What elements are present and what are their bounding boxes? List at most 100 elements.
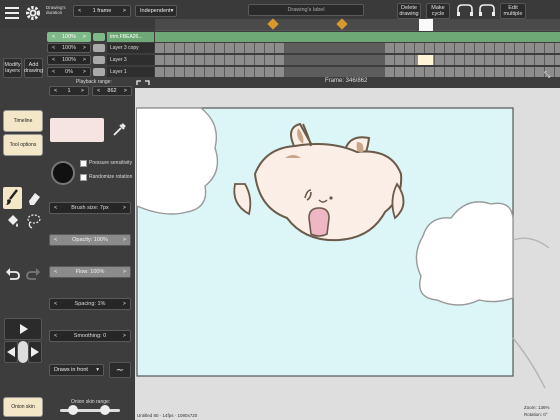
lasso-icon bbox=[27, 214, 41, 229]
color-swatch[interactable] bbox=[50, 118, 104, 142]
layer-track[interactable] bbox=[155, 55, 560, 65]
onion-skin-range-slider[interactable] bbox=[60, 405, 120, 415]
eraser-tool[interactable] bbox=[24, 187, 43, 209]
eyedropper-icon[interactable] bbox=[111, 122, 127, 138]
decrement-icon[interactable]: < bbox=[78, 8, 81, 14]
brush-preview[interactable] bbox=[51, 161, 75, 185]
drawing-duration-label: Drawing's duration bbox=[46, 5, 66, 16]
opacity-slider[interactable]: < Opacity: 100% > bbox=[49, 234, 131, 246]
playback-start-stepper[interactable]: <1 > bbox=[49, 86, 89, 96]
timeline-collapse-icon[interactable]: ⤡ bbox=[544, 70, 556, 80]
brush-tool[interactable] bbox=[3, 187, 22, 209]
mode-dropdown[interactable]: Independent ▾ bbox=[135, 5, 177, 17]
layer-name[interactable]: Layer 3 bbox=[107, 55, 154, 65]
layer-track-active[interactable] bbox=[155, 32, 560, 42]
tab-timeline[interactable]: Timeline bbox=[3, 110, 43, 132]
menu-icon[interactable] bbox=[4, 5, 20, 21]
draw-mode-dropdown[interactable]: Draws in front ▾ bbox=[49, 364, 104, 376]
zoom-readout: Zoom: 136% bbox=[524, 405, 550, 410]
undo-icon bbox=[6, 268, 20, 280]
timeline-ruler[interactable] bbox=[155, 18, 560, 31]
pressure-checkbox[interactable] bbox=[80, 160, 87, 167]
layer-row[interactable]: <100% > Layer 3 bbox=[47, 55, 154, 65]
layer-row[interactable]: <100% > Layer 3 copy bbox=[47, 43, 154, 53]
smoothing-slider[interactable]: < Smoothing: 0 > bbox=[49, 330, 131, 342]
frame-jog-wheel[interactable] bbox=[18, 341, 28, 363]
drawing-label-input[interactable]: Drawing's label bbox=[248, 4, 364, 16]
range-handle-left[interactable] bbox=[68, 405, 78, 415]
stroke-style-button[interactable]: ∼ bbox=[109, 362, 131, 378]
flow-slider[interactable]: < Flow: 100% > bbox=[49, 266, 131, 278]
visibility-toggle[interactable] bbox=[93, 68, 105, 76]
lasso-tool[interactable] bbox=[24, 211, 43, 231]
app-root: Drawing's duration < 1 frame > Independe… bbox=[0, 0, 560, 420]
mode-value: Independent bbox=[140, 8, 171, 14]
selected-range bbox=[285, 55, 385, 65]
canvas-status: Untitled 80 · 14fps · 1080x720 bbox=[137, 413, 198, 418]
edit-multiple-button[interactable]: Edit multiple bbox=[500, 3, 526, 19]
layer-row[interactable]: <100% > trim.FBEA26... bbox=[47, 32, 154, 42]
drawing-surface[interactable] bbox=[135, 88, 560, 420]
layer-track[interactable] bbox=[155, 67, 560, 77]
prev-frame-icon bbox=[7, 347, 15, 357]
playback-range-label: Playback range: bbox=[76, 79, 112, 85]
canvas-area[interactable] bbox=[135, 88, 560, 420]
play-button[interactable] bbox=[4, 318, 42, 340]
visibility-toggle[interactable] bbox=[93, 33, 105, 41]
next-frame-icon bbox=[31, 347, 39, 357]
bucket-icon bbox=[8, 215, 18, 227]
cat-tongue bbox=[308, 207, 330, 237]
delete-drawing-button[interactable]: Delete drawing bbox=[397, 3, 421, 19]
play-icon bbox=[20, 324, 28, 334]
keyframe-marker[interactable] bbox=[336, 18, 348, 30]
keyframe-left-icon[interactable] bbox=[455, 3, 475, 19]
layer-opacity[interactable]: <100% > bbox=[47, 55, 91, 65]
selected-range bbox=[285, 43, 385, 53]
rotation-readout: Rotation: 0° bbox=[524, 412, 548, 417]
visibility-toggle[interactable] bbox=[93, 56, 105, 64]
frame-readout: Frame: 346/862 bbox=[325, 78, 368, 84]
keyframe-right-icon[interactable] bbox=[477, 3, 497, 19]
layer-opacity[interactable]: <100% > bbox=[47, 43, 91, 53]
onion-skin-button[interactable]: Onion skin bbox=[3, 397, 43, 417]
playback-end-stepper[interactable]: <862 > bbox=[92, 86, 132, 96]
chevron-down-icon: ▾ bbox=[170, 8, 174, 14]
cloud-left bbox=[136, 107, 219, 215]
tab-tool-options[interactable]: Tool options bbox=[3, 134, 43, 156]
make-cycle-button[interactable]: Make cycle bbox=[426, 3, 450, 19]
brush-size-slider[interactable]: < Brush size: 7px > bbox=[49, 202, 131, 214]
visibility-toggle[interactable] bbox=[93, 44, 105, 52]
next-frame-button[interactable] bbox=[28, 341, 42, 363]
layer-row[interactable]: <0% > Layer 1 bbox=[47, 67, 154, 77]
randomize-label: Randomize rotation bbox=[89, 174, 133, 180]
eraser-icon bbox=[29, 193, 40, 205]
layer-name[interactable]: Layer 3 copy bbox=[107, 43, 154, 53]
keyframe-marker[interactable] bbox=[267, 18, 279, 30]
selected-range bbox=[285, 67, 385, 77]
playhead-frame[interactable] bbox=[419, 19, 433, 31]
wisp-lines bbox=[512, 237, 550, 389]
layer-opacity[interactable]: <100% > bbox=[47, 32, 91, 42]
range-handle-right[interactable] bbox=[100, 405, 110, 415]
duration-value: 1 frame bbox=[92, 8, 112, 14]
layer-name[interactable]: trim.FBEA26... bbox=[107, 32, 154, 42]
gear-icon[interactable] bbox=[25, 5, 41, 21]
undo-button[interactable] bbox=[3, 264, 22, 284]
add-drawing-button[interactable]: Add drawing bbox=[24, 58, 43, 78]
layer-opacity[interactable]: <0% > bbox=[47, 67, 91, 77]
cat-eye bbox=[329, 196, 333, 200]
duration-stepper[interactable]: < 1 frame > bbox=[73, 5, 131, 17]
chevron-down-icon: ▾ bbox=[96, 367, 99, 373]
fill-tool[interactable] bbox=[3, 211, 22, 231]
redo-icon bbox=[26, 268, 40, 280]
spacing-slider[interactable]: < Spacing: 1% > bbox=[49, 298, 131, 310]
modify-layers-button[interactable]: Modify layers bbox=[3, 58, 22, 78]
increment-icon[interactable]: > bbox=[123, 8, 126, 14]
current-frame-cell[interactable] bbox=[418, 55, 433, 65]
layer-track[interactable] bbox=[155, 43, 560, 53]
layer-name[interactable]: Layer 1 bbox=[107, 67, 154, 77]
brush-icon bbox=[6, 189, 18, 205]
prev-frame-button[interactable] bbox=[4, 341, 18, 363]
redo-button[interactable] bbox=[24, 264, 43, 284]
randomize-checkbox[interactable] bbox=[80, 174, 87, 181]
